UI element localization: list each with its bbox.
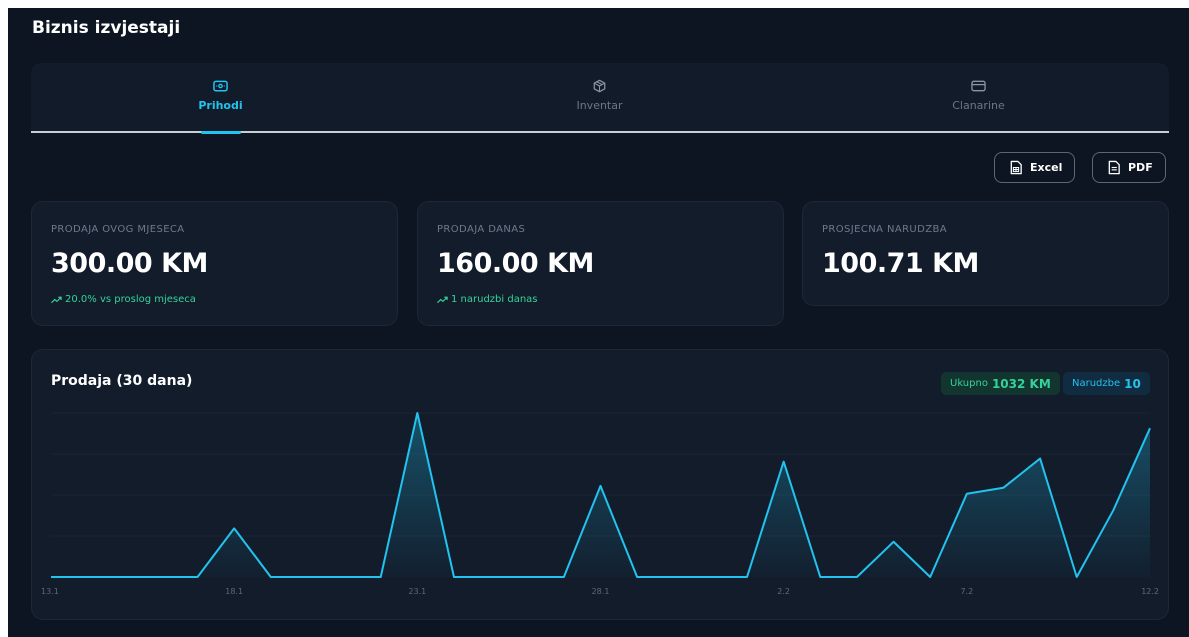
stat-value: 160.00 KM: [437, 248, 594, 279]
document-icon: [1108, 160, 1120, 175]
data-point-1.2: [745, 575, 749, 579]
data-point-21.1: [342, 575, 346, 579]
data-point-23.1: [415, 411, 419, 415]
trending-up-icon: [51, 296, 62, 303]
data-point-15.1: [122, 575, 126, 579]
data-point-10.2: [1075, 575, 1079, 579]
chart-title: Prodaja (30 dana): [51, 373, 193, 389]
data-point-28.1: [599, 484, 603, 488]
data-point-3.2: [818, 575, 822, 579]
data-point-11.2: [1111, 508, 1115, 512]
data-point-25.1: [489, 575, 493, 579]
x-tick-label: 23.1: [408, 587, 426, 596]
stat-card-average-order: PROSJECNA NARUDZBA 100.71 KM: [802, 201, 1169, 306]
export-pdf-button[interactable]: PDF: [1092, 152, 1166, 183]
data-point-12.2: [1148, 426, 1152, 430]
x-tick-label: 28.1: [592, 587, 610, 596]
stat-value: 300.00 KM: [51, 248, 208, 279]
tab-label: Inventar: [576, 99, 623, 112]
tab-label: Prihodi: [198, 99, 243, 112]
app-frame: Biznis izvjestaji Prihodi Inventar Clana…: [8, 8, 1189, 637]
stat-value: 100.71 KM: [822, 248, 979, 279]
data-point-2.2: [782, 460, 786, 464]
x-tick-label: 18.1: [225, 587, 243, 596]
trending-up-icon: [437, 296, 448, 303]
export-excel-button[interactable]: Excel: [994, 152, 1076, 183]
total-badge: Ukupno 1032 KM: [941, 372, 1060, 395]
data-point-20.1: [305, 575, 309, 579]
tab-prihodi[interactable]: Prihodi: [31, 63, 410, 134]
active-tab-indicator: [200, 131, 241, 134]
data-point-29.1: [635, 575, 639, 579]
data-point-4.2: [855, 575, 859, 579]
data-point-22.1: [379, 575, 383, 579]
x-tick-label: 2.2: [777, 587, 790, 596]
spreadsheet-icon: [1010, 160, 1022, 175]
data-point-18.1: [232, 526, 236, 530]
total-label: Ukupno: [950, 378, 988, 389]
data-point-5.2: [892, 540, 896, 544]
total-value: 1032 KM: [991, 376, 1051, 391]
banknote-icon: [213, 80, 228, 92]
data-point-31.1: [708, 575, 712, 579]
package-icon: [593, 79, 606, 93]
stat-trend-text: 1 narudzbi danas: [451, 294, 538, 305]
stat-label: PRODAJA OVOG MJESECA: [51, 224, 185, 235]
data-point-7.2: [965, 492, 969, 496]
tab-inventar[interactable]: Inventar: [410, 63, 789, 131]
data-point-27.1: [562, 575, 566, 579]
data-point-8.2: [1001, 486, 1005, 490]
orders-value: 10: [1124, 376, 1141, 391]
x-tick-label: 13.1: [41, 587, 59, 596]
data-point-19.1: [269, 575, 273, 579]
orders-badge: Narudzbe 10: [1063, 372, 1150, 395]
stat-card-daily-sales: PRODAJA DANAS 160.00 KM 1 narudzbi danas: [417, 201, 784, 326]
stat-trend: 1 narudzbi danas: [437, 294, 538, 305]
data-point-9.2: [1038, 457, 1042, 461]
stat-label: PROSJECNA NARUDZBA: [822, 224, 947, 235]
page-title: Biznis izvjestaji: [32, 18, 181, 38]
data-point-24.1: [452, 575, 456, 579]
excel-label: Excel: [1030, 161, 1063, 174]
pdf-label: PDF: [1128, 161, 1153, 174]
data-point-30.1: [672, 575, 676, 579]
stat-label: PRODAJA DANAS: [437, 224, 526, 235]
data-point-16.1: [159, 575, 163, 579]
stat-card-monthly-sales: PRODAJA OVOG MJESECA 300.00 KM 20.0% vs …: [31, 201, 398, 326]
data-point-26.1: [525, 575, 529, 579]
stat-trend-text: 20.0% vs proslog mjeseca: [65, 294, 196, 305]
report-tabs: Prihodi Inventar Clanarine: [31, 63, 1169, 134]
x-tick-label: 12.2: [1141, 587, 1159, 596]
orders-label: Narudzbe: [1072, 378, 1121, 389]
x-tick-label: 7.2: [960, 587, 973, 596]
data-point-6.2: [928, 575, 932, 579]
sales-chart-card: 13.1 18.1 23.1 28.1 2.2 7.2 12.2 Prodaja (30 d…: [31, 349, 1169, 620]
tab-label: Clanarine: [952, 99, 1005, 112]
credit-card-icon: [971, 80, 986, 92]
data-point-14.1: [86, 575, 90, 579]
data-point-13.1: [49, 575, 53, 579]
tab-clanarine[interactable]: Clanarine: [789, 63, 1168, 131]
stat-trend: 20.0% vs proslog mjeseca: [51, 294, 196, 305]
data-point-17.1: [196, 575, 200, 579]
